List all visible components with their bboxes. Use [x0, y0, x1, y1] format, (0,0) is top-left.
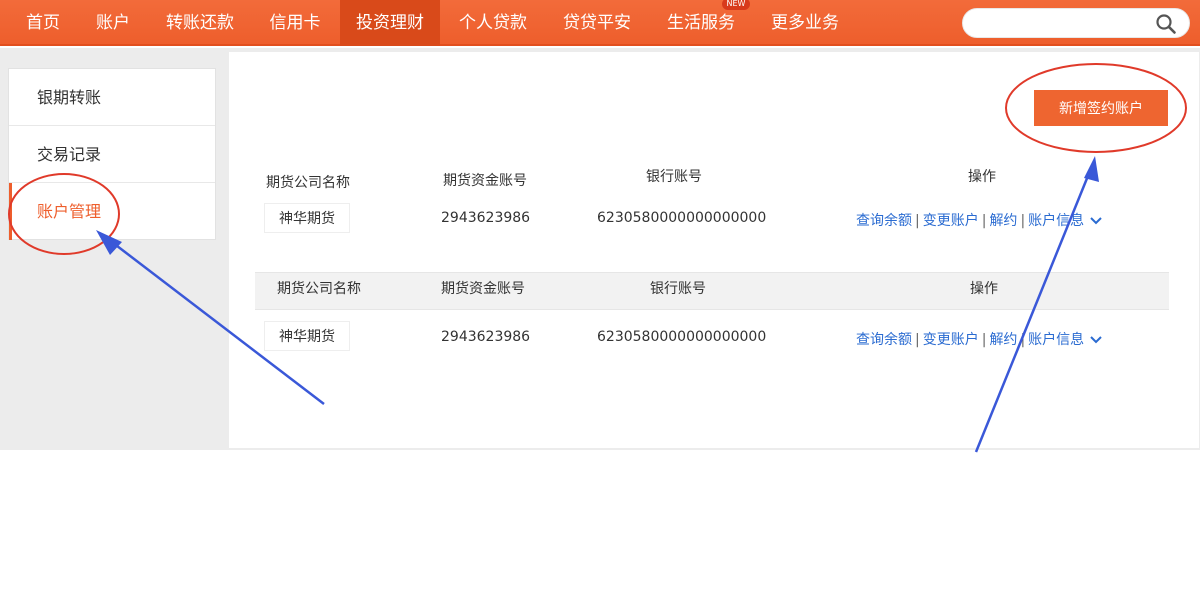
col-header-fund-account: 期货资金账号 — [443, 173, 527, 189]
search-input[interactable] — [962, 8, 1190, 38]
nav-item-more-business[interactable]: 更多业务 — [758, 0, 852, 46]
search-icon[interactable] — [1155, 13, 1177, 35]
col-header-actions: 操作 — [970, 281, 998, 297]
sidebar-item-transaction-records[interactable]: 交易记录 — [9, 126, 215, 183]
change-account-link[interactable]: 变更账户 — [923, 332, 979, 348]
table-row-1-company: 神华期货 — [264, 203, 350, 233]
query-balance-link[interactable]: 查询余额 — [856, 213, 912, 229]
top-nav-bar: 首页 账户 转账还款 信用卡 投资理财 个人贷款 贷贷平安 生活服务 NEW 更… — [0, 0, 1200, 46]
link-separator: | — [981, 213, 987, 229]
table-row-2-bank-account: 6230580000000000000 — [597, 329, 767, 345]
table-row-2-fund-account: 2943623986 — [441, 329, 531, 345]
table-row-1-actions: 查询余额 | 变更账户 | 解约 | 账户信息 — [856, 210, 1102, 230]
link-separator: | — [1020, 213, 1026, 229]
add-signed-account-button[interactable]: 新增签约账户 — [1034, 90, 1168, 126]
table-2-header: 期货公司名称 期货资金账号 银行账号 操作 — [255, 272, 1169, 310]
col-header-bank-account: 银行账号 — [646, 169, 702, 185]
nav-item-transfer[interactable]: 转账还款 — [152, 0, 248, 46]
nav-item-personal-loan[interactable]: 个人贷款 — [446, 0, 540, 46]
query-balance-link[interactable]: 查询余额 — [856, 332, 912, 348]
account-info-link[interactable]: 账户信息 — [1028, 332, 1084, 348]
terminate-link[interactable]: 解约 — [989, 213, 1017, 229]
sidebar-item-account-management[interactable]: 账户管理 — [9, 183, 215, 240]
link-separator: | — [1020, 332, 1026, 348]
nav-item-loan-ping-an[interactable]: 贷贷平安 — [552, 0, 642, 46]
terminate-link[interactable]: 解约 — [989, 332, 1017, 348]
col-header-company: 期货公司名称 — [266, 175, 350, 191]
link-separator: | — [981, 332, 987, 348]
account-info-link[interactable]: 账户信息 — [1028, 213, 1084, 229]
chevron-down-icon[interactable] — [1090, 336, 1102, 344]
screenshot-stage: 首页 账户 转账还款 信用卡 投资理财 个人贷款 贷贷平安 生活服务 NEW 更… — [0, 0, 1200, 607]
col-header-fund-account: 期货资金账号 — [441, 281, 525, 297]
table-row-2-company: 神华期货 — [264, 321, 350, 351]
chevron-down-icon[interactable] — [1090, 217, 1102, 225]
new-badge: NEW — [722, 0, 750, 10]
table-row-1-fund-account: 2943623986 — [441, 210, 531, 226]
link-separator: | — [915, 332, 920, 348]
table-row-2-actions: 查询余额 | 变更账户 | 解约 | 账户信息 — [856, 329, 1102, 349]
link-separator: | — [915, 213, 920, 229]
nav-item-account[interactable]: 账户 — [82, 0, 144, 46]
table-row-1-bank-account: 6230580000000000000 — [597, 210, 767, 226]
change-account-link[interactable]: 变更账户 — [923, 213, 979, 229]
sidebar-item-bank-futures-transfer[interactable]: 银期转账 — [9, 69, 215, 126]
nav-item-investment[interactable]: 投资理财 — [340, 0, 440, 46]
col-header-bank-account: 银行账号 — [650, 281, 706, 297]
col-header-company: 期货公司名称 — [277, 281, 361, 297]
col-header-actions: 操作 — [968, 169, 996, 185]
sidebar: 银期转账 交易记录 账户管理 — [8, 68, 216, 240]
nav-item-credit-card[interactable]: 信用卡 — [256, 0, 334, 46]
nav-item-home[interactable]: 首页 — [12, 0, 74, 46]
